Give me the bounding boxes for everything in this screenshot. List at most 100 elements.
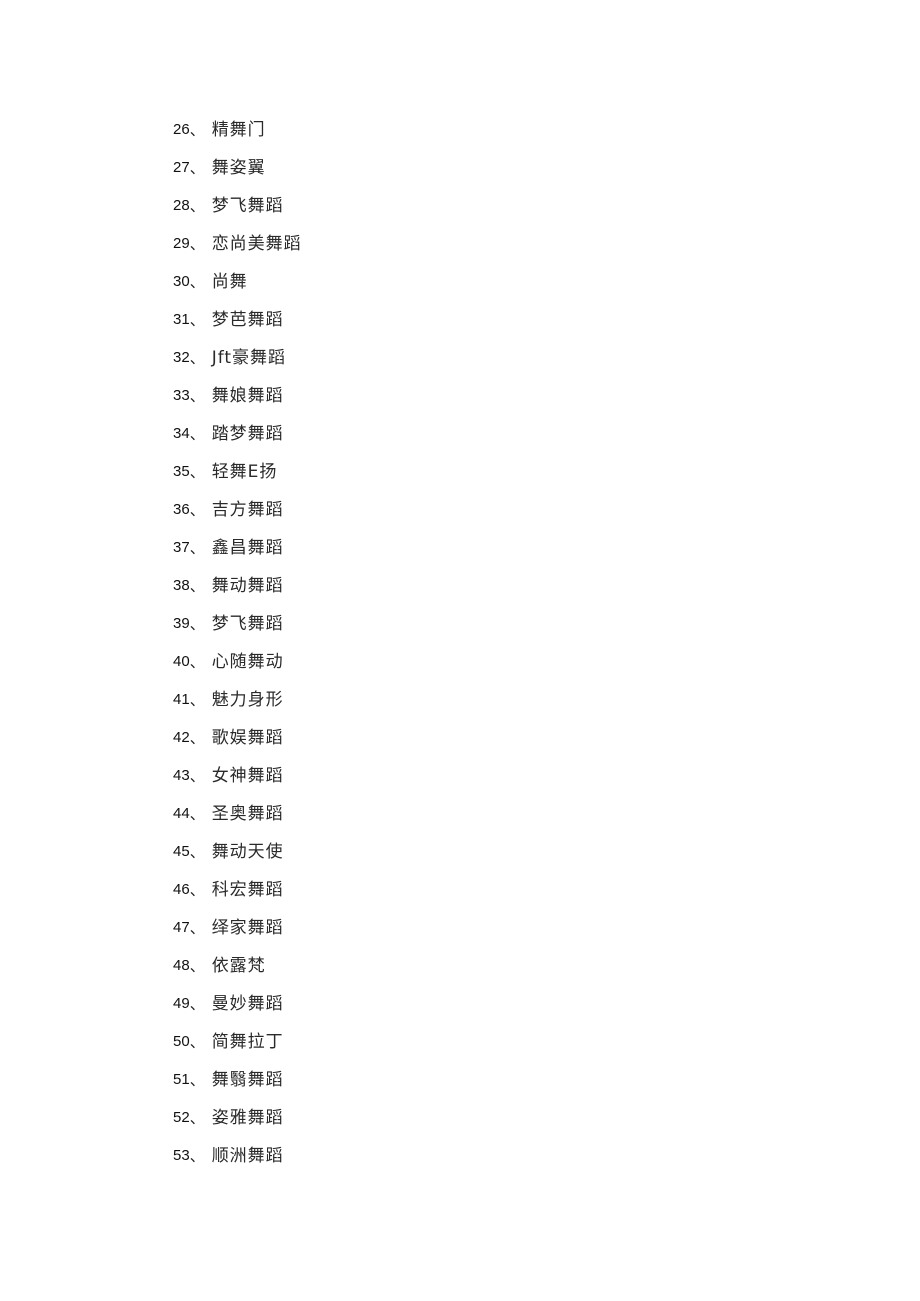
item-text: Jft豪舞蹈 [211, 348, 287, 368]
item-number: 35 [173, 463, 190, 480]
list-item: 31 、 梦芭舞蹈 [173, 308, 302, 346]
item-text: 圣奥舞蹈 [211, 804, 284, 824]
item-text: 姿雅舞蹈 [211, 1108, 284, 1128]
list-item: 45 、 舞动天使 [173, 840, 302, 878]
list-item: 33 、 舞娘舞蹈 [173, 384, 302, 422]
list-item: 36 、 吉方舞蹈 [173, 498, 302, 536]
item-number: 31 [173, 311, 190, 328]
item-text: 女神舞蹈 [211, 766, 284, 786]
item-number: 43 [173, 767, 190, 784]
item-number: 30 [173, 273, 190, 290]
list-item: 53 、 顺洲舞蹈 [173, 1144, 302, 1182]
item-separator: 、 [189, 843, 205, 861]
item-number: 26 [173, 121, 190, 138]
item-text: 心随舞动 [211, 652, 284, 672]
item-number: 27 [173, 159, 190, 176]
list-item: 44 、 圣奥舞蹈 [173, 802, 302, 840]
item-text: 舞娘舞蹈 [211, 386, 284, 406]
item-text: 恋尚美舞蹈 [211, 234, 302, 254]
item-number: 45 [173, 843, 190, 860]
name-list: 26 、 精舞门 27 、 舞姿翼 28 、 梦飞舞蹈 29 、 恋尚美舞蹈 3… [173, 118, 302, 1182]
list-item: 52 、 姿雅舞蹈 [173, 1106, 302, 1144]
item-separator: 、 [189, 615, 205, 633]
item-separator: 、 [189, 121, 205, 139]
list-item: 41 、 魅力身形 [173, 688, 302, 726]
item-text: 依露梵 [211, 956, 266, 976]
list-item: 42 、 歌娱舞蹈 [173, 726, 302, 764]
list-item: 26 、 精舞门 [173, 118, 302, 156]
item-number: 44 [173, 805, 190, 822]
item-separator: 、 [189, 995, 205, 1013]
item-text: 舞姿翼 [211, 158, 266, 178]
item-text: 鑫昌舞蹈 [211, 538, 284, 558]
item-number: 41 [173, 691, 190, 708]
item-separator: 、 [189, 1147, 205, 1165]
item-text: 梦飞舞蹈 [211, 614, 284, 634]
item-number: 39 [173, 615, 190, 632]
item-number: 40 [173, 653, 190, 670]
item-separator: 、 [189, 881, 205, 899]
item-text: 梦芭舞蹈 [211, 310, 284, 330]
item-separator: 、 [189, 539, 205, 557]
item-number: 33 [173, 387, 190, 404]
list-item: 35 、 轻舞E扬 [173, 460, 302, 498]
list-item: 32 、 Jft豪舞蹈 [173, 346, 302, 384]
list-item: 48 、 依露梵 [173, 954, 302, 992]
item-text: 绎家舞蹈 [211, 918, 284, 938]
item-separator: 、 [189, 349, 205, 367]
item-text: 魅力身形 [211, 690, 284, 710]
item-separator: 、 [189, 197, 205, 215]
list-item: 29 、 恋尚美舞蹈 [173, 232, 302, 270]
list-item: 39 、 梦飞舞蹈 [173, 612, 302, 650]
item-text: 梦飞舞蹈 [211, 196, 284, 216]
item-separator: 、 [189, 653, 205, 671]
list-item: 40 、 心随舞动 [173, 650, 302, 688]
item-number: 48 [173, 957, 190, 974]
list-item: 43 、 女神舞蹈 [173, 764, 302, 802]
list-item: 34 、 踏梦舞蹈 [173, 422, 302, 460]
list-item: 47 、 绎家舞蹈 [173, 916, 302, 954]
item-number: 46 [173, 881, 190, 898]
list-item: 30 、 尚舞 [173, 270, 302, 308]
item-separator: 、 [189, 273, 205, 291]
item-number: 28 [173, 197, 190, 214]
list-item: 27 、 舞姿翼 [173, 156, 302, 194]
item-text: 简舞拉丁 [211, 1032, 284, 1052]
item-separator: 、 [189, 691, 205, 709]
item-separator: 、 [189, 1109, 205, 1127]
list-item: 46 、 科宏舞蹈 [173, 878, 302, 916]
item-number: 42 [173, 729, 190, 746]
item-text: 顺洲舞蹈 [211, 1146, 284, 1166]
item-number: 32 [173, 349, 190, 366]
item-number: 49 [173, 995, 190, 1012]
item-number: 29 [173, 235, 190, 252]
item-separator: 、 [189, 311, 205, 329]
item-separator: 、 [189, 1033, 205, 1051]
list-item: 38 、 舞动舞蹈 [173, 574, 302, 612]
item-number: 53 [173, 1147, 190, 1164]
list-item: 51 、 舞翳舞蹈 [173, 1068, 302, 1106]
item-number: 34 [173, 425, 190, 442]
item-number: 51 [173, 1071, 190, 1088]
list-item: 50 、 简舞拉丁 [173, 1030, 302, 1068]
item-text: 舞动舞蹈 [211, 576, 284, 596]
item-separator: 、 [189, 425, 205, 443]
item-number: 36 [173, 501, 190, 518]
item-text: 精舞门 [211, 120, 266, 140]
list-item: 28 、 梦飞舞蹈 [173, 194, 302, 232]
item-number: 50 [173, 1033, 190, 1050]
item-separator: 、 [189, 919, 205, 937]
list-item: 37 、 鑫昌舞蹈 [173, 536, 302, 574]
item-text: 歌娱舞蹈 [211, 728, 284, 748]
item-separator: 、 [189, 577, 205, 595]
item-separator: 、 [189, 501, 205, 519]
item-number: 52 [173, 1109, 190, 1126]
item-number: 47 [173, 919, 190, 936]
item-text: 轻舞E扬 [211, 462, 278, 482]
item-text: 科宏舞蹈 [211, 880, 284, 900]
item-number: 37 [173, 539, 190, 556]
item-separator: 、 [189, 387, 205, 405]
document-page: 26 、 精舞门 27 、 舞姿翼 28 、 梦飞舞蹈 29 、 恋尚美舞蹈 3… [0, 0, 920, 1301]
item-separator: 、 [189, 235, 205, 253]
item-separator: 、 [189, 805, 205, 823]
